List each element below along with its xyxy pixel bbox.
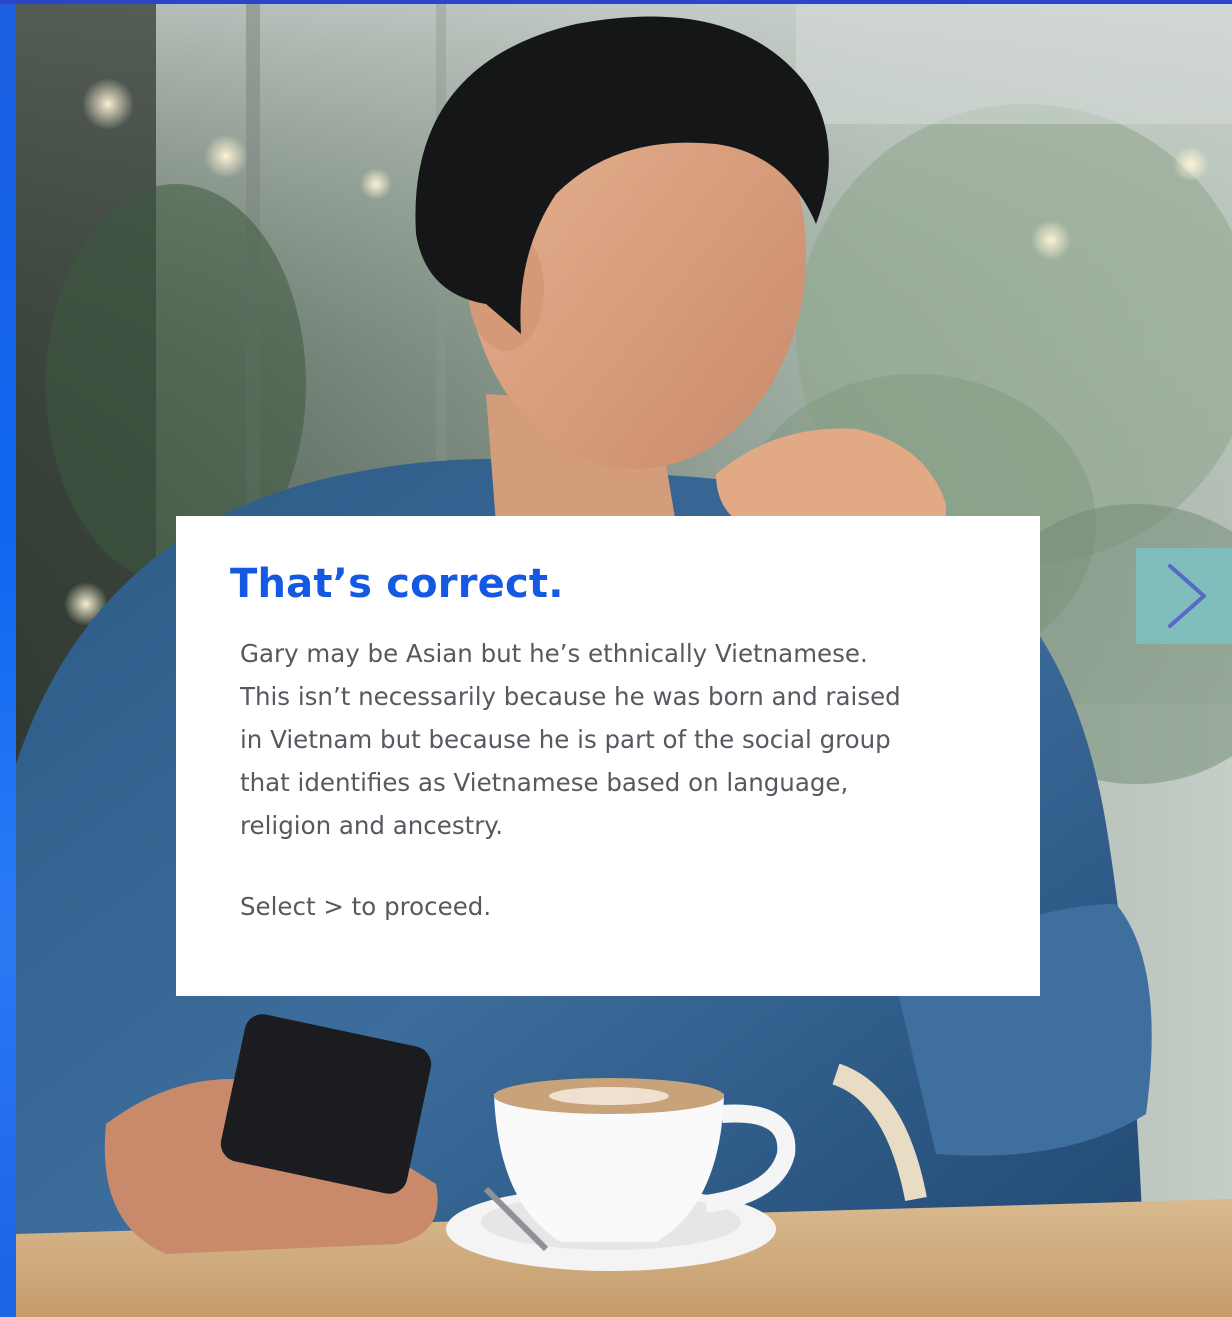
next-button[interactable] bbox=[1136, 548, 1232, 644]
chevron-right-icon bbox=[1168, 564, 1206, 628]
top-border bbox=[0, 0, 1232, 4]
proceed-instruction: Select > to proceed. bbox=[240, 892, 492, 921]
left-accent-strip bbox=[0, 0, 16, 1317]
feedback-card: That’s correct. Gary may be Asian but he… bbox=[176, 516, 1040, 996]
slide: That’s correct. Gary may be Asian but he… bbox=[0, 0, 1232, 1317]
feedback-title: That’s correct. bbox=[230, 561, 564, 607]
feedback-body: Gary may be Asian but he’s ethnically Vi… bbox=[240, 639, 901, 840]
